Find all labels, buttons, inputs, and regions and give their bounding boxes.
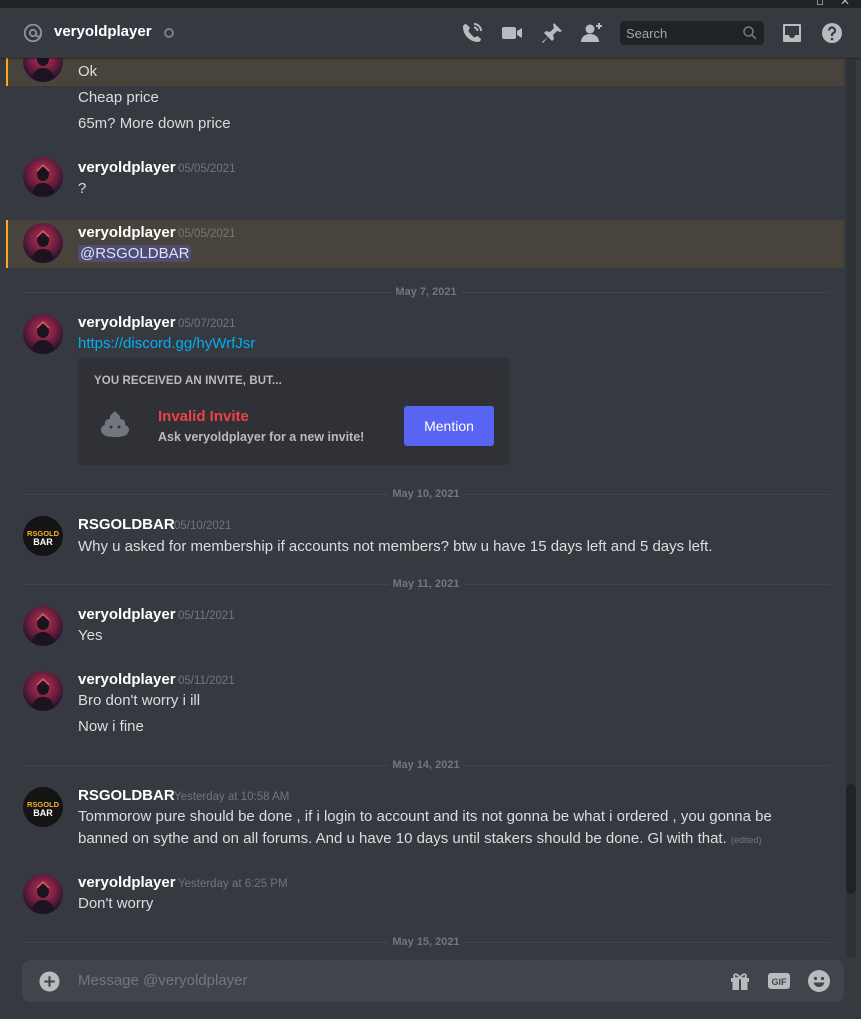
avatar-logo-text: BAR [33, 537, 53, 547]
invite-title: Invalid Invite [158, 408, 249, 425]
mention-button[interactable]: Mention [404, 406, 494, 446]
message-text: Tommorow pure should be done , if i logi… [78, 806, 798, 851]
user-mention[interactable]: @RSGOLDBAR [78, 245, 192, 262]
add-user-icon[interactable] [580, 21, 604, 45]
message-timestamp: Yesterday at 6:25 PM [178, 878, 288, 890]
message-text: Don't worry [78, 895, 154, 912]
message-timestamp: Yesterday at 10:58 AM [174, 791, 290, 803]
emoji-icon[interactable] [807, 969, 831, 993]
message-body: Tommorow pure should be done , if i logi… [78, 808, 772, 847]
pin-icon[interactable] [540, 21, 564, 45]
date-divider-label: May 14, 2021 [388, 759, 464, 771]
message-text: @RSGOLDBAR [78, 243, 192, 265]
message-author[interactable]: RSGOLDBAR [78, 787, 175, 804]
message-author[interactable]: veryoldplayer [78, 159, 176, 176]
upload-plus-icon[interactable] [39, 971, 60, 992]
help-icon[interactable] [820, 21, 844, 45]
offline-status-icon [164, 28, 174, 38]
close-icon[interactable]: ✕ [840, 0, 850, 8]
message-text: ? [78, 180, 87, 197]
search-input[interactable]: Search [620, 21, 764, 45]
gift-icon[interactable] [728, 969, 752, 993]
avatar[interactable] [23, 314, 63, 354]
at-icon [23, 23, 43, 43]
message-scrollbar[interactable] [846, 58, 856, 958]
avatar[interactable] [23, 874, 63, 914]
message-author[interactable]: veryoldplayer [78, 314, 176, 331]
message-text: 65m? More down price [78, 115, 231, 132]
invite-embed: YOU RECEIVED AN INVITE, BUT... Invalid I… [78, 358, 510, 465]
message-text: Now i fine [78, 718, 144, 735]
avatar[interactable]: RSGOLD BAR [23, 787, 63, 827]
message-timestamp: 05/11/2021 [178, 675, 235, 687]
call-icon[interactable] [460, 21, 484, 45]
avatar[interactable] [23, 157, 63, 197]
invite-subtitle: Ask veryoldplayer for a new invite! [158, 430, 365, 444]
message-text: Bro don't worry i ill [78, 692, 201, 709]
message-timestamp: 05/05/2021 [178, 228, 236, 240]
message-author[interactable]: veryoldplayer [78, 224, 176, 241]
search-placeholder: Search [626, 26, 668, 41]
date-divider-label: May 10, 2021 [388, 488, 464, 500]
message-text: Cheap price [78, 89, 159, 106]
message-author[interactable]: veryoldplayer [78, 874, 176, 891]
avatar[interactable] [23, 223, 63, 263]
edited-label: (edited) [730, 835, 762, 845]
message-timestamp: 05/07/2021 [178, 318, 236, 330]
maximize-icon[interactable]: ▫ [816, 0, 824, 8]
date-divider-label: May 7, 2021 [391, 286, 461, 298]
message-author[interactable]: RSGOLDBAR [78, 516, 175, 533]
search-icon [743, 26, 757, 40]
scrollbar-thumb[interactable] [846, 784, 856, 894]
message-author[interactable]: veryoldplayer [78, 671, 176, 688]
message-author[interactable]: veryoldplayer [78, 606, 176, 623]
message-text: Yes [78, 627, 103, 644]
avatar-logo-text: BAR [33, 808, 53, 818]
dm-username: veryoldplayer [54, 23, 152, 40]
video-icon[interactable] [500, 21, 524, 45]
date-divider-label: May 11, 2021 [388, 578, 464, 590]
invite-link[interactable]: https://discord.gg/hyWrfJsr [78, 333, 255, 355]
window-titlebar: ▫ ✕ [0, 0, 861, 8]
message-text: Why u asked for membership if accounts n… [78, 538, 713, 555]
gif-label: GIF [772, 977, 788, 987]
avatar[interactable] [23, 671, 63, 711]
message-timestamp: 05/10/2021 [174, 520, 232, 532]
message-composer[interactable]: Message @veryoldplayer GIF [22, 960, 844, 1002]
message-timestamp: 05/11/2021 [178, 610, 235, 622]
channel-header: veryoldplayer Search [0, 8, 861, 58]
inbox-icon[interactable] [780, 21, 804, 45]
gif-icon[interactable]: GIF [767, 969, 791, 993]
avatar[interactable]: RSGOLD BAR [23, 516, 63, 556]
invite-heading: YOU RECEIVED AN INVITE, BUT... [94, 375, 282, 387]
date-divider-label: May 15, 2021 [388, 936, 464, 948]
message-timestamp: 05/05/2021 [178, 163, 236, 175]
message-highlight [6, 58, 844, 86]
avatar[interactable] [23, 606, 63, 646]
poop-icon [101, 411, 129, 437]
message-list[interactable]: Ok Cheap price 65m? More down price very… [0, 58, 846, 958]
message-input-placeholder[interactable]: Message @veryoldplayer [78, 972, 247, 989]
message-text: Ok [78, 63, 98, 80]
